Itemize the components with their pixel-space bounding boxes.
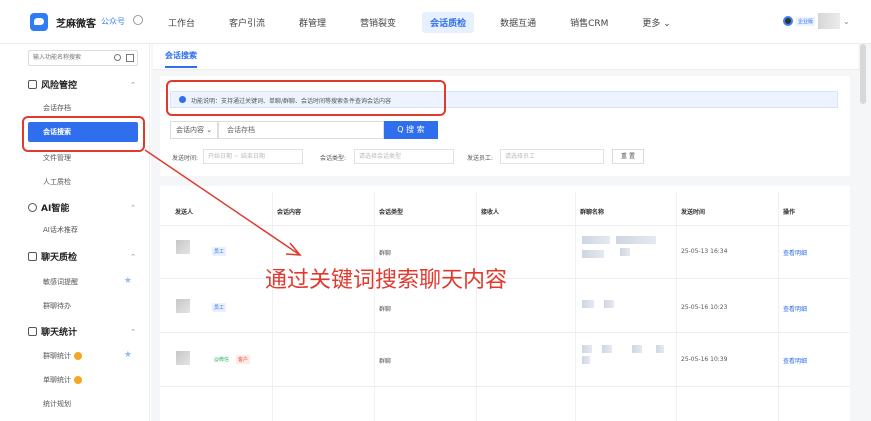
annotation-caption: 通过关键词搜索聊天内容 [265,268,508,293]
annotation-arrow-icon [144,149,302,256]
